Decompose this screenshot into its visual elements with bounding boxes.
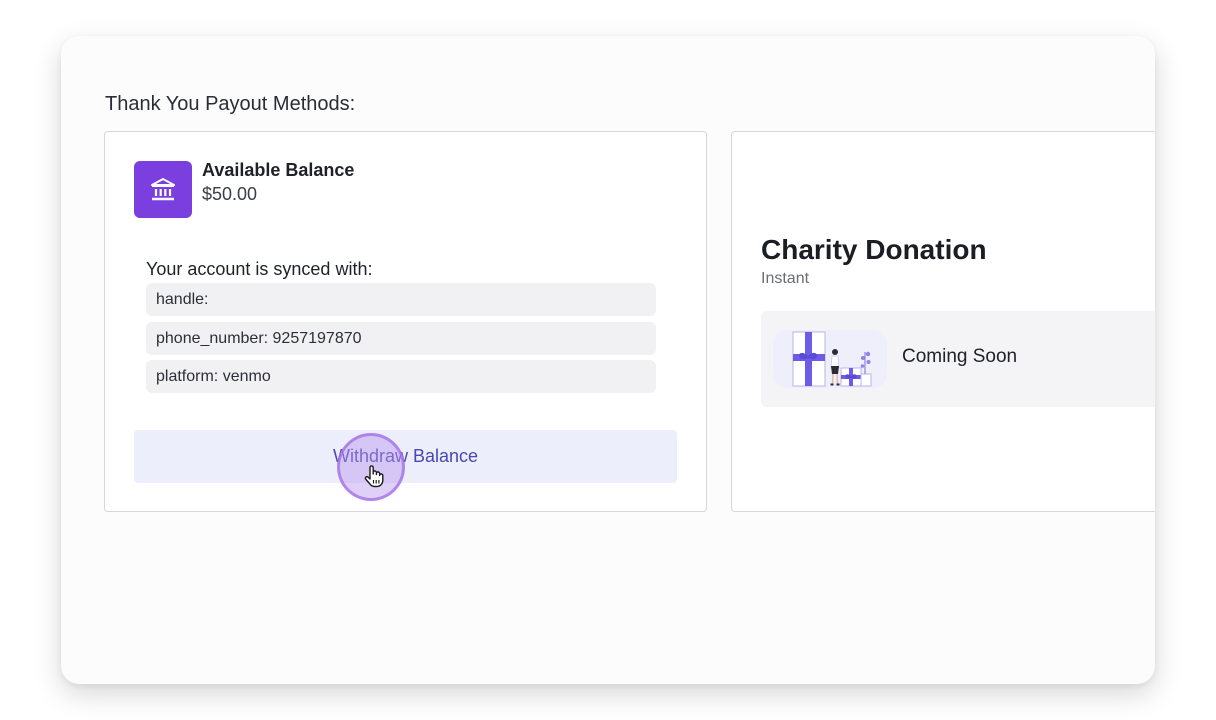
balance-card: Available Balance $50.00 Your account is… (104, 131, 707, 512)
synced-handle: handle: (146, 283, 656, 316)
synced-platform: platform: venmo (146, 360, 656, 393)
app-window: Thank You Payout Methods: Available Bala… (61, 36, 1155, 684)
charity-subtitle: Instant (761, 270, 810, 287)
available-balance-label: Available Balance (202, 160, 355, 180)
available-balance-value: $50.00 (202, 184, 258, 204)
synced-label: Your account is synced with: (146, 259, 373, 279)
coming-soon-panel: Coming Soon (761, 311, 1155, 407)
gift-illustration (773, 330, 887, 388)
withdraw-balance-button[interactable]: Withdraw Balance (134, 430, 677, 483)
synced-phone-number: phone_number: 9257197870 (146, 322, 656, 355)
hand-cursor-icon (363, 464, 385, 493)
coming-soon-label: Coming Soon (902, 346, 1018, 367)
bank-icon (134, 161, 192, 218)
section-title: Thank You Payout Methods: (105, 93, 356, 115)
charity-card: Charity Donation Instant Coming Soon (731, 131, 1155, 512)
charity-title: Charity Donation (761, 234, 987, 265)
